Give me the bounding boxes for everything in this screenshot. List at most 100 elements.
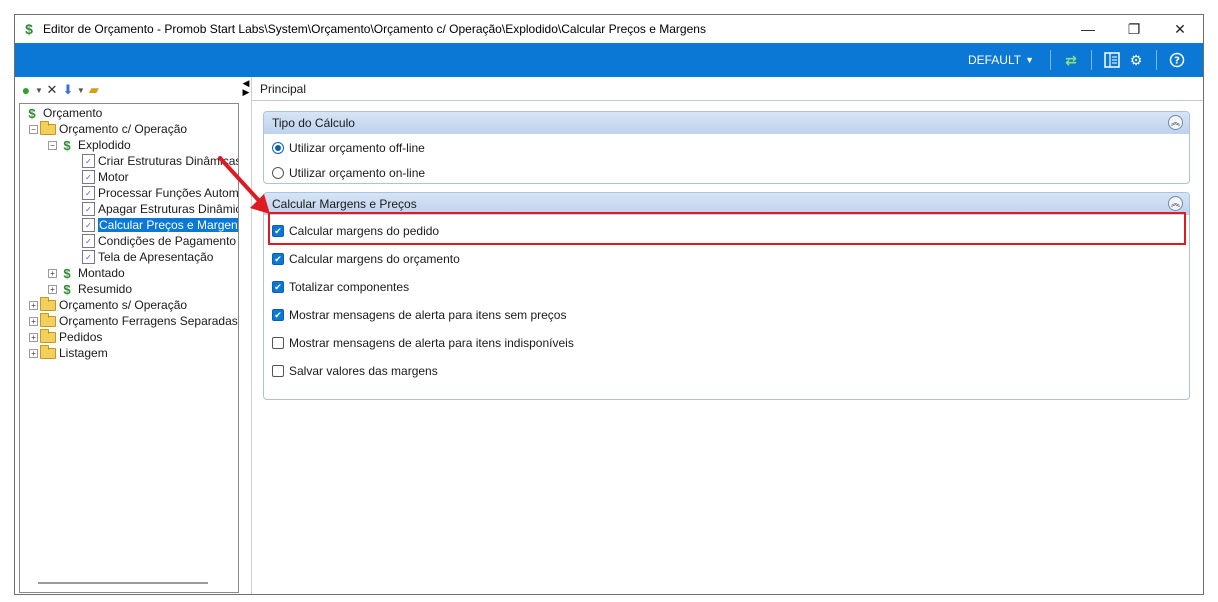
svg-text:?: ? (1174, 56, 1180, 67)
document-icon: ✓ (82, 186, 95, 200)
tree-node[interactable]: + Orçamento s/ Operação (29, 296, 187, 313)
group-header[interactable]: Tipo do Cálculo ︽ (264, 112, 1189, 134)
tree-node-selected[interactable]: ✓ Calcular Preços e Margens (82, 217, 238, 233)
tree-node-label: Calcular Preços e Margens (98, 218, 238, 232)
checkbox[interactable] (272, 365, 284, 377)
document-icon: ✓ (82, 218, 95, 232)
calc-order-margins-checkbox[interactable]: ✔ Calcular margens do pedido (272, 223, 439, 239)
app-money-icon: $ (25, 21, 33, 37)
tree-node-label: Explodido (78, 138, 131, 152)
save-margins-checkbox[interactable]: Salvar valores das margens (272, 363, 438, 379)
tree-node[interactable]: − Orçamento c/ Operação (29, 120, 188, 137)
tree-node[interactable]: + Orçamento Ferragens Separadas (29, 312, 238, 329)
go-icon[interactable]: ● (19, 81, 33, 99)
collapse-toggle[interactable]: − (29, 124, 38, 134)
left-pane: ● ▼ ✕ ⬇ ▼ ▰ $ Orçamento − Orçamento c/ O… (15, 77, 241, 594)
delete-icon[interactable]: ✕ (45, 81, 59, 99)
expand-toggle[interactable]: + (48, 284, 57, 294)
tree-node[interactable]: + $ Montado (48, 265, 125, 281)
chevron-down-icon[interactable]: ▼ (35, 86, 43, 95)
total-components-checkbox[interactable]: ✔ Totalizar componentes (272, 279, 409, 295)
tree-node[interactable]: ✓ Motor (82, 169, 129, 185)
tree-node-label: Resumido (78, 282, 133, 296)
money-icon: $ (28, 105, 36, 121)
collapse-icon[interactable]: ︽ (1168, 196, 1183, 211)
folder-icon (40, 120, 56, 135)
main-pane: Principal Tipo do Cálculo ︽ Utilizar orç… (251, 77, 1203, 594)
profile-label: DEFAULT (967, 53, 1022, 67)
restore-button[interactable]: ❐ (1111, 15, 1157, 43)
editor-window: $ Editor de Orçamento - Promob Start Lab… (14, 14, 1204, 595)
help-icon[interactable]: ? (1167, 50, 1187, 70)
expand-toggle[interactable]: + (29, 348, 38, 358)
online-radio[interactable]: Utilizar orçamento on-line (272, 165, 425, 181)
tree-node[interactable]: − $ Explodido (48, 137, 131, 153)
tree-node[interactable]: ✓ Processar Funções Automáticas (82, 185, 239, 201)
option-label: Mostrar mensagens de alerta para itens s… (289, 308, 567, 322)
tree-node[interactable]: ✓ Criar Estruturas Dinâmicas (82, 153, 239, 169)
radio-button[interactable] (272, 142, 284, 154)
checkbox[interactable]: ✔ (272, 309, 284, 321)
collapse-toggle[interactable]: − (48, 140, 57, 150)
document-icon: ✓ (82, 170, 95, 184)
tree-node[interactable]: + Pedidos (29, 328, 102, 345)
tree-node-label: Processar Funções Automáticas (98, 186, 239, 200)
tab-principal[interactable]: Principal (252, 77, 1203, 101)
tree-node-label: Listagem (59, 346, 108, 360)
option-label: Totalizar componentes (289, 280, 410, 294)
alert-no-price-checkbox[interactable]: ✔ Mostrar mensagens de alerta para itens… (272, 307, 566, 323)
chevron-down-icon[interactable]: ▼ (77, 86, 85, 95)
collapse-icon[interactable]: ︽ (1168, 115, 1183, 130)
folder-icon (40, 312, 56, 327)
tree-toolbar: ● ▼ ✕ ⬇ ▼ ▰ (15, 77, 241, 103)
tree-node-label: Tela de Apresentação (98, 250, 214, 264)
expand-toggle[interactable]: + (29, 332, 38, 342)
horizontal-scrollbar[interactable] (38, 582, 208, 584)
tree-node[interactable]: + Listagem (29, 344, 108, 361)
tree-node-label: Condições de Pagamento (98, 234, 237, 248)
option-label: Calcular margens do orçamento (289, 252, 460, 266)
folder-icon (40, 344, 56, 359)
calc-budget-margins-checkbox[interactable]: ✔ Calcular margens do orçamento (272, 251, 460, 267)
tree-node-label: Orçamento c/ Operação (59, 122, 188, 136)
settings-icon[interactable]: ⚙ (1126, 50, 1146, 70)
expand-toggle[interactable]: + (29, 316, 38, 326)
group-title: Tipo do Cálculo (272, 116, 355, 130)
project-tree[interactable]: $ Orçamento − Orçamento c/ Operação − $ … (19, 103, 239, 593)
close-button[interactable]: ✕ (1157, 15, 1203, 43)
toolbar-separator (1156, 50, 1157, 70)
alert-unavailable-checkbox[interactable]: Mostrar mensagens de alerta para itens i… (272, 335, 574, 351)
window-title: Editor de Orçamento - Promob Start Labs\… (43, 22, 706, 36)
tree-node[interactable]: ✓ Apagar Estruturas Dinâmicas (82, 201, 239, 217)
profile-dropdown[interactable]: DEFAULT ▼ (968, 53, 1034, 67)
tree-node-label: Criar Estruturas Dinâmicas (98, 154, 239, 168)
expand-right-icon[interactable]: ▶ (243, 88, 250, 97)
window-controls: — ❐ ✕ (1065, 15, 1203, 43)
checkbox[interactable]: ✔ (272, 225, 284, 237)
expand-toggle[interactable]: + (48, 268, 57, 278)
toolbar-separator (1050, 50, 1051, 70)
refresh-icon[interactable]: ⇄ (1061, 50, 1081, 70)
tree-node[interactable]: ✓ Condições de Pagamento (82, 233, 236, 249)
top-toolbar: DEFAULT ▼ ⇄ ⚙ ? (15, 43, 1203, 77)
tree-node[interactable]: ✓ Tela de Apresentação (82, 249, 213, 265)
group-header[interactable]: Calcular Margens e Preços ︽ (264, 193, 1189, 215)
tree-node-label: Apagar Estruturas Dinâmicas (98, 202, 239, 216)
minimize-button[interactable]: — (1065, 15, 1111, 43)
expand-toggle[interactable]: + (29, 300, 38, 310)
move-icon[interactable]: ⬇ (61, 81, 75, 99)
document-icon: ✓ (82, 250, 95, 264)
layout-icon[interactable] (1102, 50, 1122, 70)
tree-node-label: Montado (78, 266, 125, 280)
offline-radio[interactable]: Utilizar orçamento off-line (272, 140, 425, 156)
checkbox[interactable]: ✔ (272, 253, 284, 265)
folder-icon (40, 328, 56, 343)
tree-node[interactable]: $ Orçamento (24, 105, 102, 121)
open-folder-icon[interactable]: ▰ (87, 81, 101, 99)
option-label: Utilizar orçamento on-line (289, 166, 426, 180)
pane-splitter[interactable]: ◀ ▶ (241, 77, 251, 117)
tree-node[interactable]: + $ Resumido (48, 281, 132, 297)
checkbox[interactable] (272, 337, 284, 349)
radio-button[interactable] (272, 167, 284, 179)
checkbox[interactable]: ✔ (272, 281, 284, 293)
